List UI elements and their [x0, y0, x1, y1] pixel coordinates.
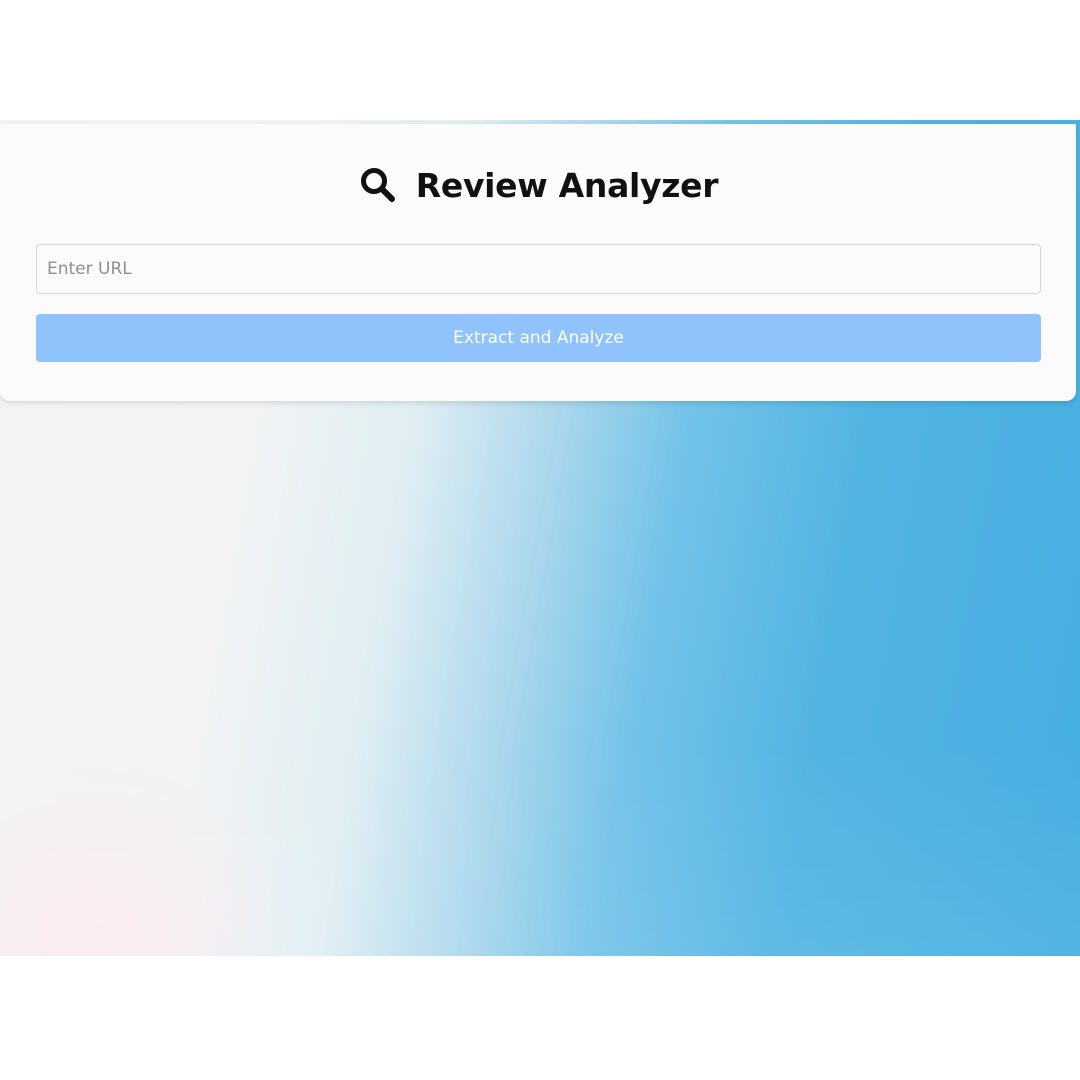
page-background: Review Analyzer Extract and Analyze	[0, 120, 1080, 956]
search-icon	[360, 168, 395, 202]
page-title: Review Analyzer	[0, 164, 1076, 206]
extract-and-analyze-button[interactable]: Extract and Analyze	[36, 314, 1041, 362]
url-input[interactable]	[36, 244, 1041, 294]
page-title-text: Review Analyzer	[415, 165, 719, 205]
analyzer-card: Review Analyzer Extract and Analyze	[0, 124, 1076, 401]
